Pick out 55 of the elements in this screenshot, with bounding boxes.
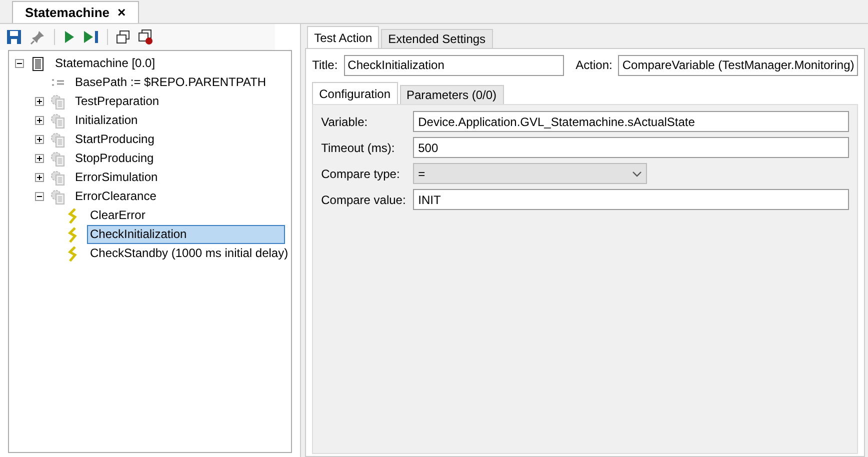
expand-icon[interactable] (35, 135, 44, 144)
document-tab[interactable]: Statemachine × (12, 1, 139, 23)
tree-item[interactable]: StopProducing (72, 149, 157, 168)
windows-stop-icon[interactable] (138, 29, 154, 45)
field-label: Compare value: (321, 192, 407, 208)
tab[interactable]: Test Action (307, 26, 380, 48)
gear-list-icon (50, 170, 66, 186)
input-field[interactable]: Device.Application.GVL_Statemachine.sActualState (413, 111, 850, 132)
document-icon (32, 56, 44, 70)
gear-list-icon (50, 150, 66, 166)
tree-item[interactable]: Initialization (72, 111, 141, 130)
tree-item[interactable]: TestPreparation (72, 92, 162, 111)
field-label: Title: (312, 57, 338, 74)
collapse-icon[interactable] (35, 192, 44, 201)
tree-item[interactable]: ErrorClearance (72, 187, 160, 206)
gear-list-icon (50, 112, 66, 128)
expand-icon[interactable] (35, 97, 44, 106)
save-icon[interactable] (6, 29, 22, 45)
expand-icon[interactable] (35, 116, 44, 125)
tab[interactable]: Parameters (0/0) (400, 85, 504, 104)
tree-item[interactable]: BasePath := $REPO.PARENTPATH (72, 73, 270, 92)
gear-list-icon (50, 132, 66, 148)
gear-list-icon (50, 94, 66, 110)
compare-type-dropdown[interactable]: = (413, 163, 648, 184)
step-icon[interactable] (83, 30, 99, 44)
lightning-icon (67, 246, 79, 262)
field-label: Action: (576, 57, 612, 74)
title-field[interactable]: CheckInitialization (344, 54, 564, 76)
windows-icon[interactable] (116, 30, 130, 44)
field-label: Compare type: (321, 166, 401, 182)
tree-item[interactable]: Statemachine [0.0] (52, 54, 158, 73)
tree-item[interactable]: CheckInitialization (87, 225, 285, 244)
lightning-icon (67, 226, 79, 242)
close-button[interactable]: × (118, 2, 126, 23)
tree-item[interactable]: ErrorSimulation (72, 168, 161, 187)
tree-item[interactable]: StartProducing (72, 130, 158, 149)
input-field[interactable]: INIT (413, 189, 850, 210)
play-icon[interactable] (63, 30, 75, 44)
tab[interactable]: Extended Settings (381, 29, 493, 48)
assign-icon (51, 78, 65, 86)
tree-item[interactable]: CheckStandby (1000 ms initial delay) (87, 244, 292, 263)
input-field[interactable]: 500 (413, 137, 850, 158)
collapse-icon[interactable] (15, 59, 24, 68)
action-field[interactable]: CompareVariable (TestManager.Monitoring) (618, 54, 858, 76)
gear-list-icon (50, 188, 66, 204)
tab[interactable]: Configuration (312, 82, 398, 104)
expand-icon[interactable] (35, 173, 44, 182)
pin-icon[interactable] (30, 29, 46, 45)
chevron-down-icon (632, 170, 642, 176)
field-label: Variable: (321, 114, 369, 130)
lightning-icon (67, 208, 79, 224)
field-label: Timeout (ms): (321, 140, 396, 156)
tree-item[interactable]: ClearError (87, 206, 148, 225)
tab-title: Statemachine (25, 4, 110, 22)
expand-icon[interactable] (35, 154, 44, 163)
